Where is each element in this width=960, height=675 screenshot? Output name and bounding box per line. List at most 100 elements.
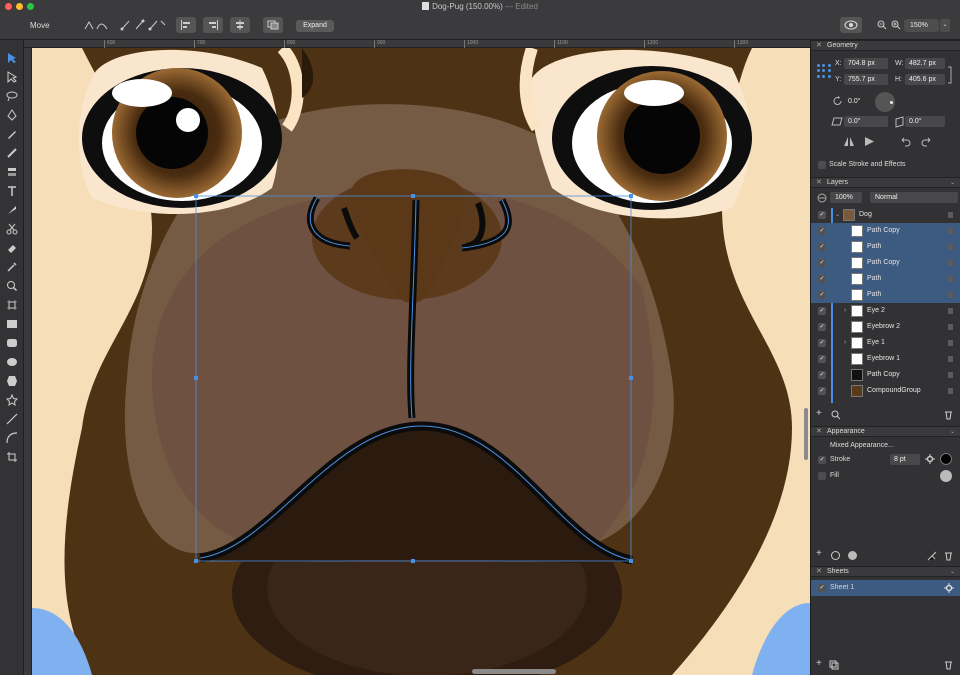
- flip-vertical-icon[interactable]: [863, 136, 875, 147]
- rotation-field[interactable]: 0.0°: [844, 96, 876, 107]
- layer-row-eyebrow-2[interactable]: ✓ Eyebrow 2: [811, 319, 960, 335]
- layer-row-path[interactable]: ✓ Path: [811, 271, 960, 287]
- lock-icon[interactable]: [948, 244, 953, 250]
- gear-icon[interactable]: [925, 454, 935, 464]
- fill-checkbox[interactable]: [818, 472, 826, 480]
- visibility-checkbox[interactable]: ✓: [818, 387, 826, 395]
- geometry-header[interactable]: ✕ Geometry: [811, 40, 960, 51]
- add-stroke-button[interactable]: [831, 551, 840, 560]
- chevron-right-icon[interactable]: ›: [844, 303, 846, 319]
- layers-header[interactable]: ✕ Layers ⌄: [811, 177, 960, 188]
- anchor-point-selector[interactable]: [817, 64, 831, 78]
- rounded-rectangle-tool[interactable]: [4, 335, 20, 351]
- star-tool[interactable]: [4, 392, 20, 408]
- layer-row-dog[interactable]: ✓ ⌄ Dog: [811, 207, 960, 223]
- chevron-down-icon[interactable]: ⌄: [950, 567, 955, 577]
- layer-row-path-copy[interactable]: ✓ Path Copy: [811, 367, 960, 383]
- crop-tool[interactable]: [4, 449, 20, 465]
- chevron-down-icon[interactable]: ⌄: [950, 427, 955, 437]
- brush-clear-icon[interactable]: [927, 551, 937, 561]
- width-field[interactable]: 482.7 px: [905, 58, 945, 69]
- text-tool[interactable]: [4, 183, 20, 199]
- trash-icon[interactable]: [944, 551, 953, 561]
- stroke-width-field[interactable]: 8 pt: [890, 454, 920, 465]
- add-fill-button[interactable]: [848, 551, 857, 560]
- visibility-checkbox[interactable]: ✓: [818, 339, 826, 347]
- rectangle-tool[interactable]: [4, 316, 20, 332]
- add-sheet-button[interactable]: +: [816, 658, 822, 669]
- duplicate-icon[interactable]: [829, 660, 839, 670]
- handle-bottom-right[interactable]: [629, 559, 633, 563]
- stroke-checkbox[interactable]: ✓: [818, 456, 826, 464]
- trash-icon[interactable]: [944, 660, 953, 670]
- handle-middle-left[interactable]: [194, 376, 198, 380]
- handle-bottom-center[interactable]: [411, 559, 415, 563]
- skew-x-field[interactable]: 0.0°: [844, 116, 888, 127]
- arc-tool[interactable]: [4, 430, 20, 446]
- layer-row-eye-2[interactable]: ✓ › Eye 2: [811, 303, 960, 319]
- polygon-tool[interactable]: [4, 373, 20, 389]
- sheets-header[interactable]: ✕ Sheets ⌄: [811, 566, 960, 577]
- drawing-canvas[interactable]: [32, 48, 810, 675]
- add-attribute-button[interactable]: +: [816, 548, 822, 559]
- zoom-dropdown-button[interactable]: ⌄: [940, 19, 950, 32]
- line-tool[interactable]: [4, 411, 20, 427]
- scale-stroke-checkbox[interactable]: [818, 161, 826, 169]
- search-icon[interactable]: [831, 410, 841, 420]
- sheet-row[interactable]: ✓ Sheet 1: [811, 580, 960, 596]
- lock-icon[interactable]: [948, 292, 953, 298]
- visibility-checkbox[interactable]: ✓: [818, 307, 826, 315]
- layer-row-path[interactable]: ✓ Path: [811, 287, 960, 303]
- vector-brush-tool[interactable]: [4, 145, 20, 161]
- handle-bottom-left[interactable]: [194, 559, 198, 563]
- visibility-checkbox[interactable]: ✓: [818, 227, 826, 235]
- lock-icon[interactable]: [948, 308, 953, 314]
- rotate-left-icon[interactable]: [899, 136, 911, 147]
- skew-y-field[interactable]: 0.0°: [905, 116, 945, 127]
- artboard-tool[interactable]: [4, 297, 20, 313]
- trash-icon[interactable]: [944, 410, 953, 420]
- handle-top-center[interactable]: [411, 194, 415, 198]
- y-field[interactable]: 755.7 px: [844, 74, 888, 85]
- close-icon[interactable]: ✕: [816, 178, 822, 188]
- visibility-checkbox[interactable]: ✓: [818, 371, 826, 379]
- handle-top-left[interactable]: [194, 194, 198, 198]
- move-tool[interactable]: [4, 50, 20, 66]
- add-layer-button[interactable]: +: [816, 408, 822, 419]
- visibility-checkbox[interactable]: ✓: [818, 291, 826, 299]
- visibility-checkbox[interactable]: ✓: [818, 355, 826, 363]
- height-field[interactable]: 405.6 px: [905, 74, 945, 85]
- gear-icon[interactable]: [944, 583, 954, 593]
- eyedropper-tool[interactable]: [4, 259, 20, 275]
- knife-tool[interactable]: [4, 202, 20, 218]
- layer-row-eye-1[interactable]: ✓ › Eye 1: [811, 335, 960, 351]
- layer-row-eyebrow-1[interactable]: ✓ Eyebrow 1: [811, 351, 960, 367]
- handle-middle-right[interactable]: [629, 376, 633, 380]
- visibility-checkbox[interactable]: ✓: [818, 211, 826, 219]
- ellipse-tool[interactable]: [4, 354, 20, 370]
- lock-icon[interactable]: [948, 372, 953, 378]
- x-field[interactable]: 704.8 px: [844, 58, 888, 69]
- node-tool[interactable]: [4, 69, 20, 85]
- appearance-header[interactable]: ✕ Appearance ⌄: [811, 426, 960, 437]
- visibility-checkbox[interactable]: ✓: [818, 243, 826, 251]
- rotate-right-icon[interactable]: [921, 136, 933, 147]
- chevron-down-icon[interactable]: ⌄: [835, 207, 840, 223]
- lock-icon[interactable]: [948, 340, 953, 346]
- lock-icon[interactable]: [948, 388, 953, 394]
- fill-color-swatch[interactable]: [940, 470, 952, 482]
- chevron-right-icon[interactable]: ›: [844, 335, 846, 351]
- pug-artwork[interactable]: [32, 48, 810, 675]
- lock-aspect-ratio[interactable]: [947, 65, 953, 85]
- align-center-button[interactable]: [230, 17, 250, 33]
- pen-tool[interactable]: [4, 107, 20, 123]
- expand-button[interactable]: Expand: [296, 20, 334, 32]
- visibility-checkbox[interactable]: ✓: [818, 275, 826, 283]
- lasso-tool[interactable]: [4, 88, 20, 104]
- blend-mode-select[interactable]: Normal: [870, 192, 958, 203]
- rotation-dial[interactable]: [875, 92, 895, 112]
- stroke-color-swatch[interactable]: [940, 453, 952, 465]
- arrange-button[interactable]: [263, 17, 283, 33]
- vertical-scrollbar[interactable]: [804, 408, 808, 460]
- zoom-out-button[interactable]: [876, 17, 888, 33]
